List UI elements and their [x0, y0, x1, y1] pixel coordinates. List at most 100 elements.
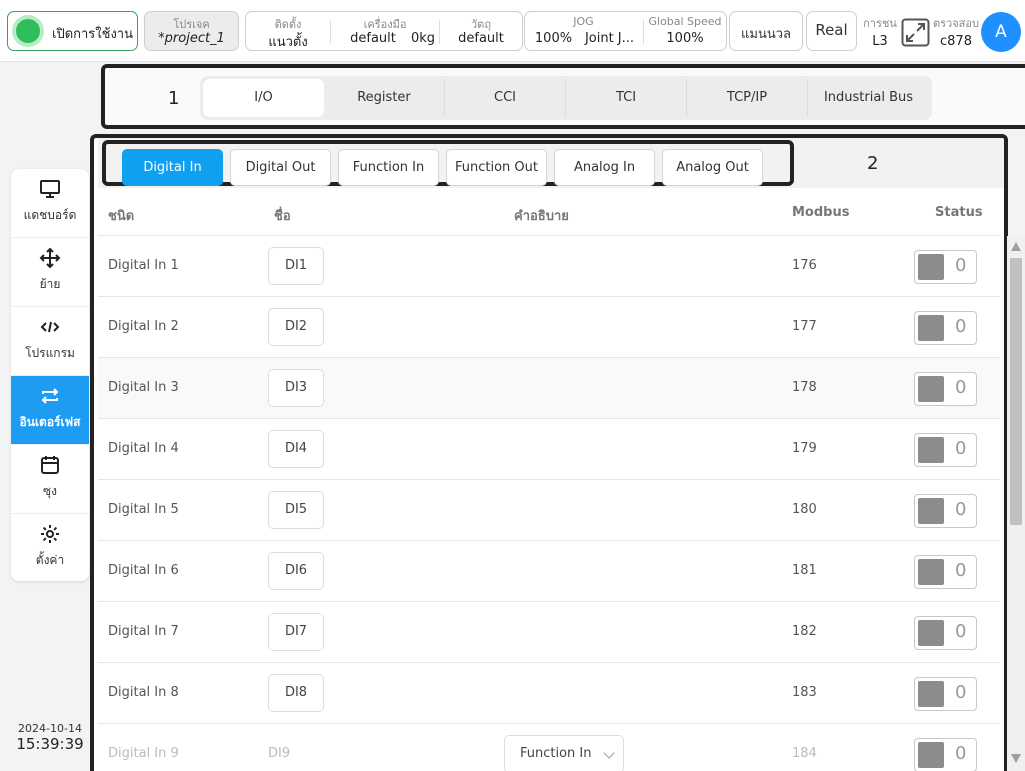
speed-caption: Global Speed — [648, 15, 722, 28]
status-value: 0 — [955, 438, 967, 459]
sidebar: แดชบอร์ด ย้าย โปรแกรม อินเตอร์เฟส ซุง ตั… — [11, 169, 89, 581]
toggle-knob — [918, 315, 944, 341]
annotation-label-2: 2 — [867, 153, 879, 174]
table-scrollbar[interactable] — [1007, 236, 1025, 771]
status-value: 0 — [955, 682, 967, 703]
check-caption: ตรวจสอบ — [933, 17, 979, 30]
status-toggle[interactable]: 0 — [914, 433, 977, 467]
row-type: Digital In 2 — [108, 319, 179, 334]
status-toggle[interactable]: 0 — [914, 555, 977, 589]
row-name-field[interactable]: DI6 — [268, 552, 324, 590]
row-modbus: 183 — [792, 685, 817, 700]
enable-button[interactable]: เปิดการใช้งาน — [7, 11, 138, 51]
scroll-thumb[interactable] — [1010, 258, 1022, 525]
sidebar-item-label: ซุง — [42, 484, 57, 498]
row-type: Digital In 6 — [108, 563, 179, 578]
subtab-digital-in[interactable]: Digital In — [122, 149, 223, 186]
header-description: คำอธิบาย — [514, 209, 569, 224]
interface-tab-bar: I/O Register CCI TCI TCP/IP Industrial B… — [200, 76, 932, 120]
speed-setting[interactable]: Global Speed 100% — [644, 12, 726, 50]
row-name-field[interactable]: DI8 — [268, 674, 324, 712]
sidebar-item-program[interactable]: โปรแกรม — [11, 307, 89, 376]
table-row: Digital In 4 DI4 179 0 — [98, 419, 1000, 480]
sidebar-item-move[interactable]: ย้าย — [11, 238, 89, 307]
toggle-knob — [918, 559, 944, 585]
status-value: 0 — [955, 560, 967, 581]
jog-setting[interactable]: JOG 100% Joint J... — [525, 12, 642, 50]
row-name-field[interactable]: DI4 — [268, 430, 324, 468]
avatar[interactable]: A — [981, 12, 1021, 52]
tab-tci[interactable]: TCI — [566, 79, 687, 117]
status-toggle[interactable]: 0 — [914, 494, 977, 528]
status-toggle[interactable]: 0 — [914, 311, 977, 345]
io-subtab-frame: Digital In 3 Digital Out Function In Fun… — [102, 140, 794, 186]
tool-setting[interactable]: เครื่องมือ default 0kg — [331, 12, 439, 50]
row-name-field[interactable]: DI5 — [268, 491, 324, 529]
toggle-knob — [918, 620, 944, 646]
tab-industrial-bus[interactable]: Industrial Bus — [808, 79, 929, 117]
header-name: ชื่อ — [274, 209, 291, 224]
row-name-field[interactable]: DI1 — [268, 247, 324, 285]
sidebar-item-settings[interactable]: ตั้งค่า — [11, 514, 89, 581]
status-value: 0 — [955, 743, 967, 764]
project-name: *project_1 — [158, 31, 225, 46]
jog-panel[interactable]: JOG 100% Joint J... Global Speed 100% — [524, 11, 727, 51]
tab-cci[interactable]: CCI — [445, 79, 566, 117]
real-mode-button[interactable]: Real — [806, 11, 857, 51]
row-type: Digital In 8 — [108, 685, 179, 700]
manual-mode-button[interactable]: แมนนวล — [729, 11, 803, 51]
calendar-icon — [41, 456, 59, 474]
status-toggle[interactable]: 0 — [914, 250, 977, 284]
subtab-analog-out[interactable]: Analog Out — [662, 149, 763, 186]
row-name-field[interactable]: DI7 — [268, 613, 324, 651]
sidebar-item-label: โปรแกรม — [25, 346, 75, 360]
speed-value: 100% — [666, 31, 704, 46]
row-type: Digital In 1 — [108, 258, 179, 273]
sidebar-item-log[interactable]: ซุง — [11, 445, 89, 514]
status-toggle[interactable]: 0 — [914, 738, 977, 771]
expand-icon[interactable] — [901, 18, 930, 47]
status-toggle[interactable]: 0 — [914, 616, 977, 650]
function-dropdown[interactable]: Function In — [504, 735, 624, 771]
tab-register[interactable]: Register — [324, 79, 445, 117]
row-name-field[interactable]: DI3 — [268, 369, 324, 407]
setup-panel[interactable]: ติดตั้ง แนวตั้ง เครื่องมือ default 0kg ว… — [245, 11, 523, 51]
toggle-knob — [918, 254, 944, 280]
function-dropdown-value: Function In — [520, 746, 592, 761]
row-modbus: 180 — [792, 502, 817, 517]
sidebar-item-interface[interactable]: อินเตอร์เฟส — [11, 376, 89, 445]
scroll-up-arrow-icon[interactable] — [1011, 242, 1021, 251]
collision-level[interactable]: การชน L3 — [861, 14, 899, 49]
sidebar-item-label: ย้าย — [39, 277, 61, 291]
table-row: Digital In 9 DI9 Function In 184 0 — [98, 724, 1000, 771]
mount-setting[interactable]: ติดตั้ง แนวตั้ง — [246, 12, 330, 50]
chevron-down-icon — [603, 747, 615, 759]
header-status: Status — [935, 205, 983, 220]
date-text: 2024-10-14 — [18, 722, 82, 735]
manual-label: แมนนวล — [741, 27, 791, 42]
enable-label: เปิดการใช้งาน — [52, 27, 133, 42]
table-row: Digital In 2 DI2 177 0 — [98, 297, 1000, 358]
row-name-field[interactable]: DI2 — [268, 308, 324, 346]
row-modbus: 177 — [792, 319, 817, 334]
row-modbus: 179 — [792, 441, 817, 456]
tab-io[interactable]: I/O — [203, 79, 324, 117]
row-name-field[interactable]: DI9 — [268, 746, 290, 761]
status-toggle[interactable]: 0 — [914, 677, 977, 711]
subtab-digital-out[interactable]: Digital Out — [230, 149, 331, 186]
project-selector[interactable]: โปรเจค *project_1 — [144, 11, 239, 51]
subtab-function-in[interactable]: Function In — [338, 149, 439, 186]
tab-tcpip[interactable]: TCP/IP — [687, 79, 808, 117]
real-label: Real — [815, 21, 848, 39]
status-led-icon — [16, 19, 40, 43]
scroll-down-arrow-icon[interactable] — [1011, 754, 1021, 763]
sidebar-item-dashboard[interactable]: แดชบอร์ด — [11, 169, 89, 238]
subtab-function-out[interactable]: Function Out — [446, 149, 547, 186]
subtab-analog-in[interactable]: Analog In — [554, 149, 655, 186]
status-toggle[interactable]: 0 — [914, 372, 977, 406]
code-icon — [40, 321, 60, 333]
monitor-icon — [40, 180, 60, 198]
interface-icon — [41, 388, 59, 404]
status-value: 0 — [955, 621, 967, 642]
sidebar-item-label: แดชบอร์ด — [23, 208, 77, 222]
